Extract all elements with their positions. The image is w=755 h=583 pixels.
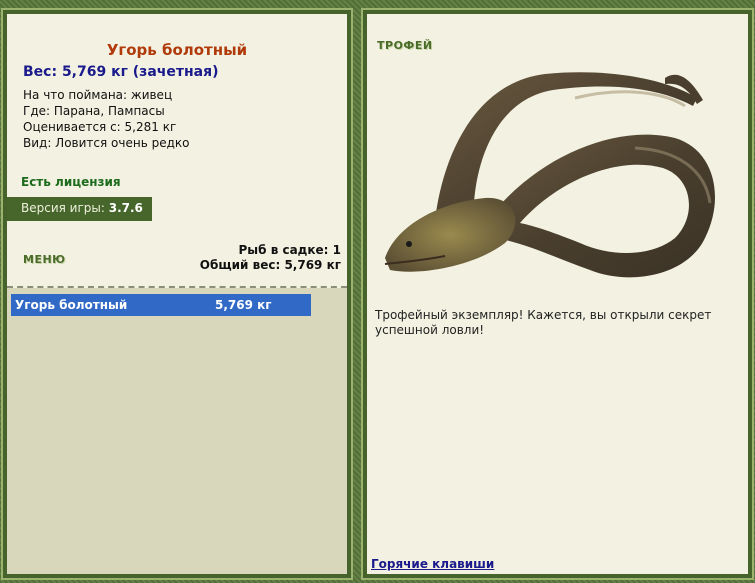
menu-button[interactable]: МЕНЮ bbox=[23, 253, 66, 266]
trophy-label: ТРОФЕЙ bbox=[377, 39, 433, 52]
game-version: Версия игры: 3.7.6 bbox=[7, 197, 152, 221]
hotkeys-link[interactable]: Горячие клавиши bbox=[371, 557, 494, 571]
version-value: 3.7.6 bbox=[108, 201, 143, 215]
license-status: Есть лицензия bbox=[21, 175, 121, 189]
catch-list: Угорь болотный 5,769 кг bbox=[7, 288, 347, 574]
species-info: Вид: Ловится очень редко bbox=[23, 136, 190, 150]
rating-info: Оценивается с: 5,281 кг bbox=[23, 120, 177, 134]
eel-image bbox=[375, 38, 745, 288]
bait-info: На что поймана: живец bbox=[23, 88, 173, 102]
trophy-panel: ТРОФЕЙ Трофейный экземпляр! Кажется, вы … bbox=[361, 8, 754, 580]
total-weight: Общий вес: 5,769 кг bbox=[199, 258, 341, 272]
fish-weight: Вес: 5,769 кг (зачетная) bbox=[23, 64, 219, 80]
list-item[interactable]: Угорь болотный 5,769 кг bbox=[11, 294, 311, 316]
version-label: Версия игры: bbox=[21, 201, 105, 215]
list-item-name: Угорь болотный bbox=[15, 298, 128, 312]
list-item-weight: 5,769 кг bbox=[215, 298, 272, 312]
catch-info-panel: Угорь болотный Вес: 5,769 кг (зачетная) … bbox=[1, 8, 353, 580]
fish-count: Рыб в садке: 1 bbox=[238, 243, 342, 257]
location-info: Где: Парана, Пампасы bbox=[23, 104, 165, 118]
trophy-description: Трофейный экземпляр! Кажется, вы открыли… bbox=[375, 308, 712, 337]
fish-name-title: Угорь болотный bbox=[106, 41, 248, 59]
